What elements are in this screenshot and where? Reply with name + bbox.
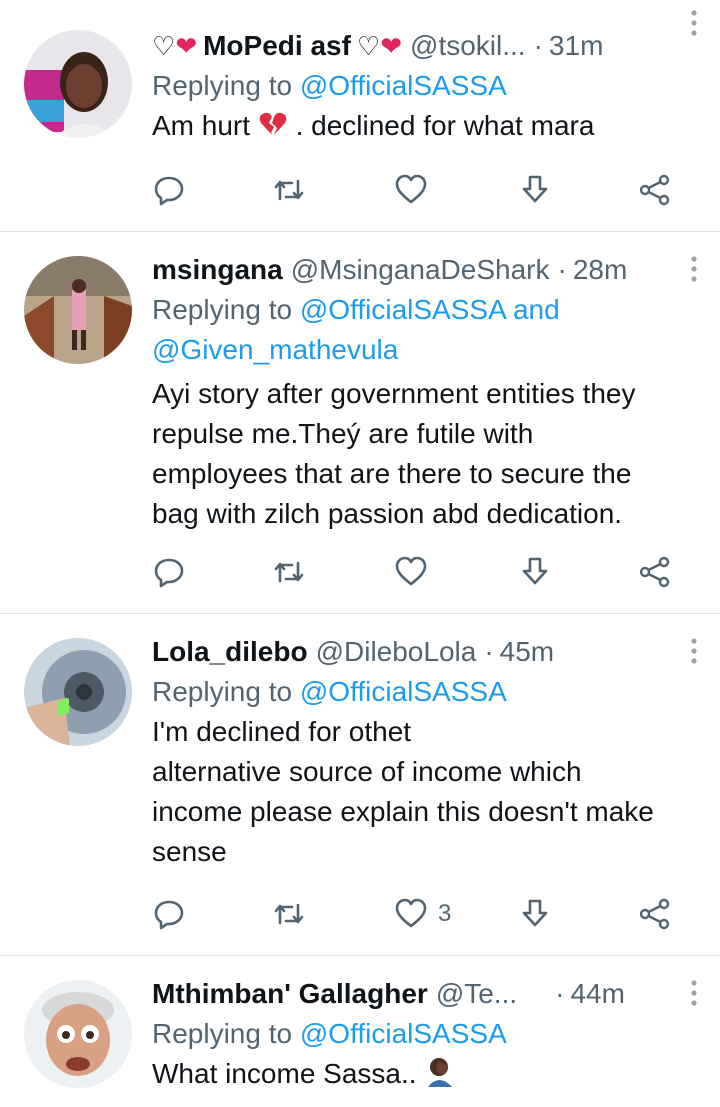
tweet-text-line: bag with zilch passion abd dedication. (152, 498, 623, 529)
heart-filled-icon: ❤ (175, 30, 198, 61)
retweet-button[interactable] (272, 170, 306, 210)
mention-link[interactable]: @OfficialSASSA and (300, 294, 560, 325)
separator-dot: · (557, 254, 567, 285)
mention-link[interactable]: @OfficialSASSA (300, 676, 507, 707)
avatar[interactable] (24, 30, 132, 138)
tweet-text-part: Am hurt (152, 110, 251, 141)
reply-feed: ♡ ❤ MoPedi asf ♡ ❤ @tsokil... · 31m Repl… (0, 0, 720, 1107)
mention-link[interactable]: @Given_mathevula (152, 334, 398, 365)
mention-link[interactable]: @OfficialSASSA (300, 70, 507, 101)
separator-dot: · (533, 30, 543, 61)
bookmark-button[interactable] (518, 552, 552, 592)
mention-link[interactable]: @OfficialSASSA (300, 1018, 507, 1049)
share-icon (639, 556, 670, 588)
separator-dot: · (484, 636, 494, 667)
action-bar (152, 552, 682, 592)
tweet-text-part: . declined for what mara (295, 110, 595, 141)
share-icon (639, 174, 670, 206)
broken-heart-emoji (258, 109, 288, 150)
facepalm-emoji (424, 1055, 456, 1098)
tweet[interactable]: ♡ ❤ MoPedi asf ♡ ❤ @tsokil... · 31m Repl… (0, 0, 720, 232)
heart-outline-icon: ♡ (152, 30, 176, 61)
retweet-icon (274, 179, 304, 201)
timestamp[interactable]: 44m (570, 978, 624, 1010)
replying-to-label: Replying to (152, 676, 293, 707)
more-vertical-icon[interactable] (682, 636, 706, 666)
bookmark-icon (522, 899, 548, 927)
like-button[interactable] (394, 552, 428, 592)
share-icon (639, 898, 670, 930)
reply-button[interactable] (152, 894, 186, 934)
bookmark-icon (522, 175, 548, 203)
like-button[interactable]: 3 (394, 894, 451, 934)
separator-dot: · (555, 978, 565, 1009)
tweet[interactable]: msingana @MsinganaDeShark · 28m Replying… (0, 232, 720, 614)
more-vertical-icon[interactable] (682, 978, 706, 1008)
timestamp[interactable]: 28m (573, 254, 627, 286)
tweet-text-part: What income Sassa.. (152, 1058, 417, 1089)
replying-to: Replying to @OfficialSASSA and @Given_ma… (152, 290, 700, 370)
like-button[interactable] (394, 170, 428, 210)
more-vertical-icon[interactable] (682, 254, 706, 284)
retweet-button[interactable] (272, 552, 306, 592)
user-handle[interactable]: @tsokil... (410, 30, 526, 62)
bookmark-button[interactable] (518, 170, 552, 210)
reply-icon (154, 176, 184, 206)
tweet-text: Am hurt . declined for what mara (152, 106, 700, 150)
bookmark-button[interactable] (518, 894, 552, 934)
tweet-text-line: alternative source of income which (152, 756, 582, 787)
tweet[interactable]: Mthimban' Gallagher @Te... · 44m Replyin… (0, 956, 720, 1107)
tweet-text-line: income please explain this doesn't make (152, 796, 654, 827)
user-handle[interactable]: @Te... (436, 978, 517, 1010)
timestamp[interactable]: 31m (549, 30, 603, 62)
display-name[interactable]: msingana (152, 254, 283, 286)
bookmark-icon (522, 557, 548, 585)
display-name[interactable]: Mthimban' Gallagher (152, 978, 428, 1010)
like-count: 3 (438, 900, 452, 927)
replying-to-label: Replying to (152, 294, 293, 325)
share-button[interactable] (638, 552, 672, 592)
heart-icon (395, 556, 427, 586)
retweet-icon (274, 903, 304, 925)
tweet-text: I'm declined for othet alternative sourc… (152, 712, 700, 872)
retweet-button[interactable] (272, 894, 306, 934)
avatar[interactable] (24, 980, 132, 1088)
avatar[interactable] (24, 638, 132, 746)
tweet-text: Ayi story after government entities they… (152, 374, 700, 534)
reply-icon (154, 900, 184, 930)
replying-to: Replying to @OfficialSASSA (152, 672, 700, 712)
heart-icon (395, 174, 427, 204)
display-name[interactable]: Lola_dilebo (152, 636, 308, 668)
tweet-text-line: sense (152, 836, 227, 867)
heart-filled-icon: ❤ (380, 30, 403, 61)
action-bar (152, 170, 682, 210)
action-bar: 3 (152, 894, 682, 934)
avatar[interactable] (24, 256, 132, 364)
replying-to: Replying to @OfficialSASSA (152, 66, 700, 106)
user-handle[interactable]: @DileboLola (316, 636, 477, 668)
heart-outline-icon: ♡ (356, 30, 381, 61)
more-vertical-icon[interactable] (682, 8, 706, 38)
reply-button[interactable] (152, 170, 186, 210)
share-button[interactable] (638, 894, 672, 934)
tweet-text: What income Sassa.. (152, 1054, 700, 1098)
tweet-text-line: employees that are there to secure the (152, 458, 632, 489)
tweet-text-line: I'm declined for othet (152, 716, 412, 747)
user-handle[interactable]: @MsinganaDeShark (291, 254, 550, 286)
tweet[interactable]: Lola_dilebo @DileboLola · 45m Replying t… (0, 614, 720, 956)
tweet-text-line: repulse me.Theý are futile with (152, 418, 534, 449)
share-button[interactable] (638, 170, 672, 210)
replying-to-label: Replying to (152, 70, 293, 101)
reply-icon (154, 558, 184, 588)
retweet-icon (274, 561, 304, 583)
heart-icon (395, 898, 427, 928)
replying-to-label: Replying to (152, 1018, 293, 1049)
display-name[interactable]: MoPedi asf (203, 30, 351, 62)
tweet-text-line: Ayi story after government entities they (152, 378, 636, 409)
reply-button[interactable] (152, 552, 186, 592)
replying-to: Replying to @OfficialSASSA (152, 1014, 700, 1054)
timestamp[interactable]: 45m (500, 636, 554, 668)
